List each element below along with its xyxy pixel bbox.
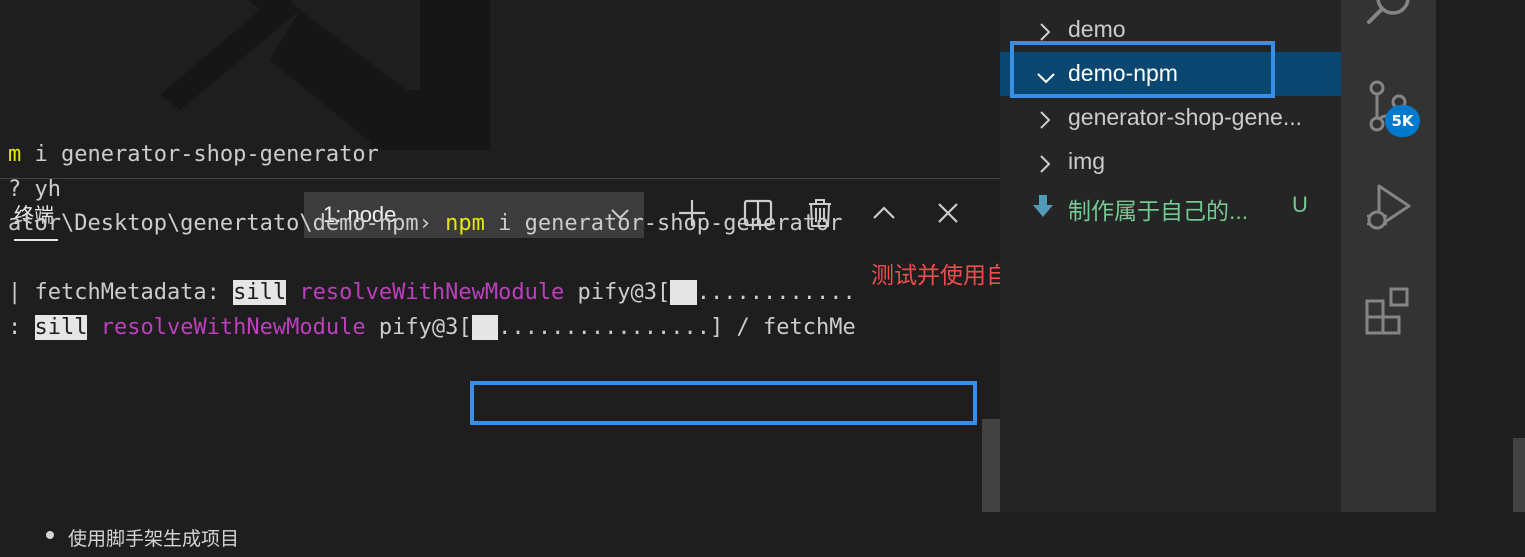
term-line5-mod: resolveWithNewModule: [87, 314, 366, 340]
activity-run-debug[interactable]: [1363, 180, 1415, 232]
term-line5-a: :: [8, 314, 35, 340]
term-line5-sill: sill: [34, 314, 88, 340]
term-line1-prompt: m: [8, 142, 22, 167]
terminal-output[interactable]: m i generator-shop-generator ? yh ator\D…: [8, 138, 856, 345]
tree-item-label: generator-shop-gene...: [1068, 104, 1302, 130]
chevron-up-icon: [873, 206, 895, 219]
term-line4-b: pify@3[: [564, 280, 671, 305]
tree-item-label: demo: [1068, 16, 1126, 42]
list-item-text: 使用脚手架生成项目: [68, 528, 240, 550]
term-line3-npm: npm: [431, 211, 485, 236]
term-line4-dots: ............: [696, 280, 856, 305]
term-line5-dots: ................] / fetchMe: [498, 314, 856, 340]
tree-item-label: 制作属于自己的...: [1068, 198, 1249, 224]
term-line3-sep: ›: [418, 211, 432, 236]
run-debug-icon: [1367, 184, 1411, 230]
tree-item-label: img: [1068, 148, 1106, 174]
term-line2: ? yh: [8, 176, 61, 202]
search-icon: [1367, 0, 1410, 24]
chevron-right-icon: [1040, 23, 1051, 41]
activity-extensions[interactable]: [1363, 285, 1415, 337]
activity-search[interactable]: [1363, 0, 1415, 30]
terminal-scrollbar[interactable]: [982, 419, 1000, 512]
tree-item-markdown-file[interactable]: 制作属于自己的... U: [1000, 184, 1341, 228]
markdown-file-icon: [1033, 195, 1053, 217]
chevron-right-icon: [1040, 111, 1051, 129]
chevron-right-icon: [1040, 155, 1051, 173]
close-icon: [938, 203, 958, 223]
list-bullet: [46, 531, 54, 539]
term-progress-block: [670, 280, 697, 305]
term-line4-sill: sill: [233, 280, 287, 305]
term-line5-b: pify@3[: [365, 314, 472, 340]
activity-bar: [1341, 0, 1436, 512]
extensions-icon: [1365, 287, 1409, 335]
term-line4-a: | fetchMetadata:: [8, 280, 234, 305]
git-status-badge: U: [1292, 192, 1308, 217]
term-line3-cmd: i generator-shop-generator: [484, 211, 843, 236]
command-highlight-box: [470, 381, 977, 425]
tree-item-img[interactable]: img: [1000, 140, 1341, 184]
term-line1-cmd: i generator-shop-generator: [21, 142, 379, 167]
editor-right-area: [1436, 0, 1525, 512]
maximize-panel-button[interactable]: [868, 197, 900, 229]
tree-item-generator-shop[interactable]: generator-shop-gene...: [1000, 96, 1341, 140]
term-progress-block: [471, 314, 499, 340]
folder-highlight-box: [1010, 41, 1275, 98]
close-panel-button[interactable]: [932, 197, 964, 229]
source-control-badge: 5K: [1385, 105, 1420, 137]
editor-scrollbar[interactable]: [1513, 438, 1525, 512]
term-line3-path: ator\Desktop\genertato\demo-npm: [8, 211, 419, 236]
term-line4-mod: resolveWithNewModule: [286, 280, 565, 305]
